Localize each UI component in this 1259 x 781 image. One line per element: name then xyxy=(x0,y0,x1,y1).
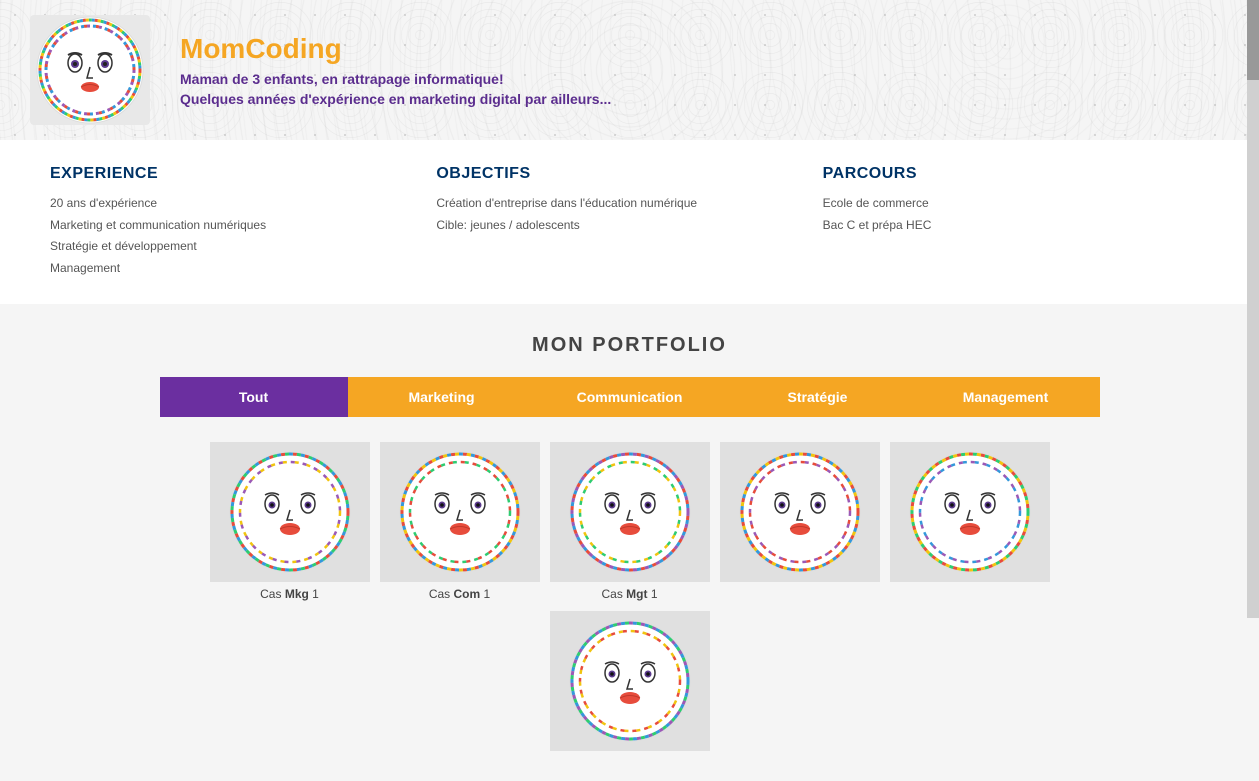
objectifs-list: Création d'entreprise dans l'éducation n… xyxy=(436,193,802,236)
avatar-plate xyxy=(35,15,145,125)
portfolio-plate-svg xyxy=(560,616,700,746)
info-section: EXPERIENCE 20 ans d'expérience Marketing… xyxy=(0,140,1259,304)
portfolio-item-mkg1[interactable]: Cas Mkg 1 xyxy=(210,442,370,601)
portfolio-item-label: Cas Mgt 1 xyxy=(550,587,710,601)
portfolio-plate-svg xyxy=(560,447,700,577)
portfolio-item-img xyxy=(720,442,880,582)
experience-item: 20 ans d'expérience xyxy=(50,193,416,215)
portfolio-item-label: Cas Com 1 xyxy=(380,587,540,601)
portfolio-item-img xyxy=(550,611,710,751)
portfolio-item-label: Cas Mkg 1 xyxy=(210,587,370,601)
filter-management-button[interactable]: Management xyxy=(912,377,1100,417)
portfolio-grid: Cas Mkg 1 xyxy=(160,442,1100,751)
filter-communication-button[interactable]: Communication xyxy=(536,377,724,417)
objectifs-item: Création d'entreprise dans l'éducation n… xyxy=(436,193,802,215)
header-text-block: MomCoding Maman de 3 enfants, en rattrap… xyxy=(180,33,611,107)
parcours-heading: PARCOURS xyxy=(823,165,1189,183)
portfolio-item-img xyxy=(890,442,1050,582)
experience-list: 20 ans d'expérience Marketing et communi… xyxy=(50,193,416,279)
portfolio-item-mkg2[interactable] xyxy=(720,442,880,601)
objectifs-item: Cible: jeunes / adolescents xyxy=(436,215,802,237)
experience-column: EXPERIENCE 20 ans d'expérience Marketing… xyxy=(50,165,436,279)
site-title: MomCoding xyxy=(180,33,611,65)
experience-item: Management xyxy=(50,258,416,280)
portfolio-plate-svg xyxy=(900,447,1040,577)
avatar xyxy=(30,15,150,125)
portfolio-item-img xyxy=(380,442,540,582)
filter-tout-button[interactable]: Tout xyxy=(160,377,348,417)
portfolio-item-mgt2[interactable] xyxy=(550,611,710,751)
portfolio-item-img xyxy=(550,442,710,582)
portfolio-title: MON PORTFOLIO xyxy=(20,334,1239,357)
experience-heading: EXPERIENCE xyxy=(50,165,416,183)
objectifs-heading: OBJECTIFS xyxy=(436,165,802,183)
portfolio-plate-svg xyxy=(220,447,360,577)
page-header: MomCoding Maman de 3 enfants, en rattrap… xyxy=(0,0,1259,140)
portfolio-plate-svg xyxy=(390,447,530,577)
portfolio-item-img xyxy=(210,442,370,582)
site-subtitle2: Quelques années d'expérience en marketin… xyxy=(180,91,611,107)
site-subtitle1: Maman de 3 enfants, en rattrapage inform… xyxy=(180,71,611,87)
scrollbar-thumb[interactable] xyxy=(1247,0,1259,80)
experience-item: Marketing et communication numériques xyxy=(50,215,416,237)
parcours-item: Bac C et prépa HEC xyxy=(823,215,1189,237)
portfolio-item-com2[interactable] xyxy=(890,442,1050,601)
filter-buttons-group: Tout Marketing Communication Stratégie M… xyxy=(160,377,1100,417)
portfolio-item-com1[interactable]: Cas Com 1 xyxy=(380,442,540,601)
objectifs-column: OBJECTIFS Création d'entreprise dans l'é… xyxy=(436,165,822,279)
portfolio-plate-svg xyxy=(730,447,870,577)
parcours-column: PARCOURS Ecole de commerce Bac C et prép… xyxy=(823,165,1209,279)
portfolio-section: MON PORTFOLIO Tout Marketing Communicati… xyxy=(0,304,1259,781)
filter-marketing-button[interactable]: Marketing xyxy=(348,377,536,417)
experience-item: Stratégie et développement xyxy=(50,236,416,258)
parcours-item: Ecole de commerce xyxy=(823,193,1189,215)
filter-strategie-button[interactable]: Stratégie xyxy=(724,377,912,417)
parcours-list: Ecole de commerce Bac C et prépa HEC xyxy=(823,193,1189,236)
scrollbar[interactable] xyxy=(1247,0,1259,618)
portfolio-item-mgt1[interactable]: Cas Mgt 1 xyxy=(550,442,710,601)
